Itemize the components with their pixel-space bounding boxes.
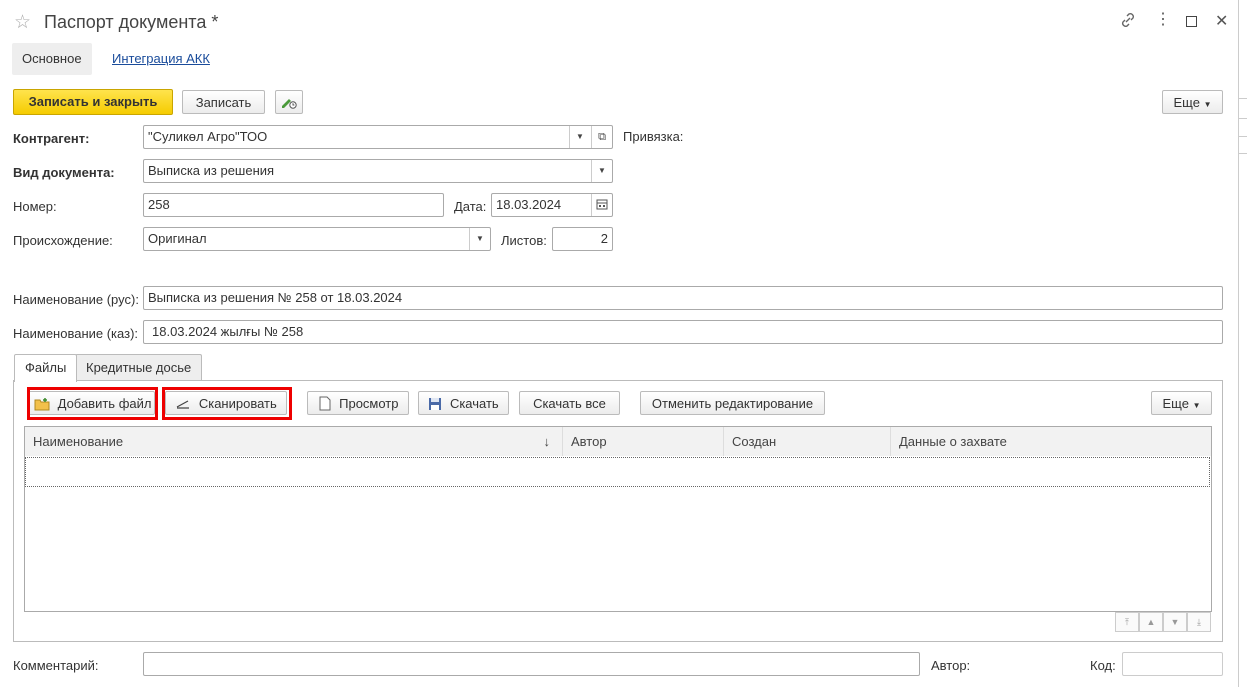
- view-label: Просмотр: [339, 396, 399, 411]
- contractor-value: "Суликөл Агро"ТОО: [148, 129, 268, 144]
- contractor-label: Контрагент:: [13, 131, 90, 146]
- tab-files[interactable]: Файлы: [14, 354, 78, 382]
- date-value: 18.03.2024: [496, 197, 562, 212]
- doctype-label: Вид документа:: [13, 165, 115, 180]
- origin-label: Происхождение:: [13, 233, 113, 248]
- files-table[interactable]: Наименование ↓ Автор Создан Данные о зах…: [24, 426, 1212, 612]
- column-header-name[interactable]: Наименование ↓: [25, 427, 563, 456]
- maximize-icon[interactable]: [1186, 16, 1197, 27]
- link-icon[interactable]: [1120, 12, 1136, 28]
- dropdown-arrow-icon: ▼: [1203, 100, 1212, 109]
- close-icon[interactable]: ✕: [1215, 11, 1228, 31]
- next-page-icon[interactable]: ▼: [1163, 612, 1187, 632]
- contractor-field[interactable]: "Суликөл Агро"ТОО ▼ ⧉: [143, 125, 613, 149]
- view-button[interactable]: Просмотр: [307, 391, 409, 415]
- save-button[interactable]: Записать: [182, 90, 265, 114]
- document-icon: [318, 396, 332, 411]
- code-label: Код:: [1090, 658, 1116, 673]
- prev-page-icon[interactable]: ▲: [1139, 612, 1163, 632]
- number-field[interactable]: 258: [143, 193, 444, 217]
- dropdown-arrow-icon: ▼: [1192, 401, 1201, 410]
- cancel-edit-button[interactable]: Отменить редактирование: [640, 391, 825, 415]
- menu-dots-icon[interactable]: ⋮: [1155, 9, 1171, 29]
- doctype-field[interactable]: Выписка из решения ▼: [143, 159, 613, 183]
- author-label: Автор:: [931, 658, 971, 673]
- name-rus-label: Наименование (рус):: [13, 292, 139, 307]
- last-page-icon[interactable]: ⤓: [1187, 612, 1211, 632]
- name-kaz-value: 18.03.2024 жылғы № 258: [152, 324, 304, 339]
- save-and-close-button[interactable]: Записать и закрыть: [13, 89, 173, 115]
- date-field[interactable]: 18.03.2024: [491, 193, 613, 217]
- code-field[interactable]: [1122, 652, 1223, 676]
- tab-main[interactable]: Основное: [12, 43, 92, 75]
- highlight-add-file: [27, 387, 158, 420]
- name-kaz-label: Наименование (каз):: [13, 326, 139, 341]
- edit-properties-button[interactable]: [275, 90, 303, 114]
- open-icon[interactable]: ⧉: [591, 126, 612, 148]
- dropdown-arrow-icon[interactable]: ▼: [569, 126, 590, 148]
- download-label: Скачать: [449, 396, 499, 411]
- download-button[interactable]: Скачать: [418, 391, 509, 415]
- name-rus-field[interactable]: Выписка из решения № 258 от 18.03.2024: [143, 286, 1223, 310]
- sort-arrow-icon: ↓: [543, 434, 551, 449]
- origin-value: Оригинал: [148, 231, 207, 246]
- doctype-value: Выписка из решения: [148, 163, 275, 178]
- name-kaz-field[interactable]: 18.03.2024 жылғы № 258: [143, 320, 1223, 344]
- table-row[interactable]: [25, 457, 1210, 487]
- name-rus-value: Выписка из решения № 258 от 18.03.2024: [148, 290, 403, 305]
- document-passport-window: ☆ Паспорт документа * ⋮ ✕ Основное Интег…: [0, 0, 1238, 687]
- date-label: Дата:: [454, 199, 487, 214]
- column-header-author[interactable]: Автор: [563, 427, 724, 456]
- tab-integration-akk[interactable]: Интеграция АКК: [102, 43, 220, 75]
- floppy-disk-icon: [428, 397, 442, 411]
- files-more-label: Еще: [1162, 396, 1189, 411]
- highlight-scan: [162, 387, 292, 420]
- comment-label: Комментарий:: [13, 658, 99, 673]
- tab-credit-dossier[interactable]: Кредитные досье: [75, 354, 203, 381]
- sheets-value: 2: [600, 231, 608, 246]
- column-name-label: Наименование: [33, 434, 124, 449]
- comment-field[interactable]: [143, 652, 920, 676]
- more-button[interactable]: Еще ▼: [1162, 90, 1223, 114]
- sheets-field[interactable]: 2: [552, 227, 613, 251]
- column-header-created[interactable]: Создан: [724, 427, 891, 456]
- pencil-clock-icon: [280, 94, 298, 110]
- window-title: Паспорт документа *: [44, 12, 219, 32]
- files-more-button[interactable]: Еще ▼: [1151, 391, 1212, 415]
- origin-field[interactable]: Оригинал ▼: [143, 227, 491, 251]
- calendar-icon[interactable]: [591, 194, 612, 216]
- dropdown-arrow-icon[interactable]: ▼: [469, 228, 490, 250]
- favorite-star-icon[interactable]: ☆: [14, 11, 31, 34]
- background-window-edge: [1238, 0, 1247, 687]
- number-value: 258: [148, 197, 170, 212]
- dropdown-arrow-icon[interactable]: ▼: [591, 160, 612, 182]
- number-label: Номер:: [13, 199, 57, 214]
- download-all-button[interactable]: Скачать все: [519, 391, 620, 415]
- sheets-label: Листов:: [501, 233, 547, 248]
- first-page-icon[interactable]: ⤒: [1115, 612, 1139, 632]
- column-header-capture-data[interactable]: Данные о захвате: [891, 427, 1211, 456]
- binding-label: Привязка:: [623, 129, 684, 144]
- more-label: Еще: [1173, 95, 1200, 110]
